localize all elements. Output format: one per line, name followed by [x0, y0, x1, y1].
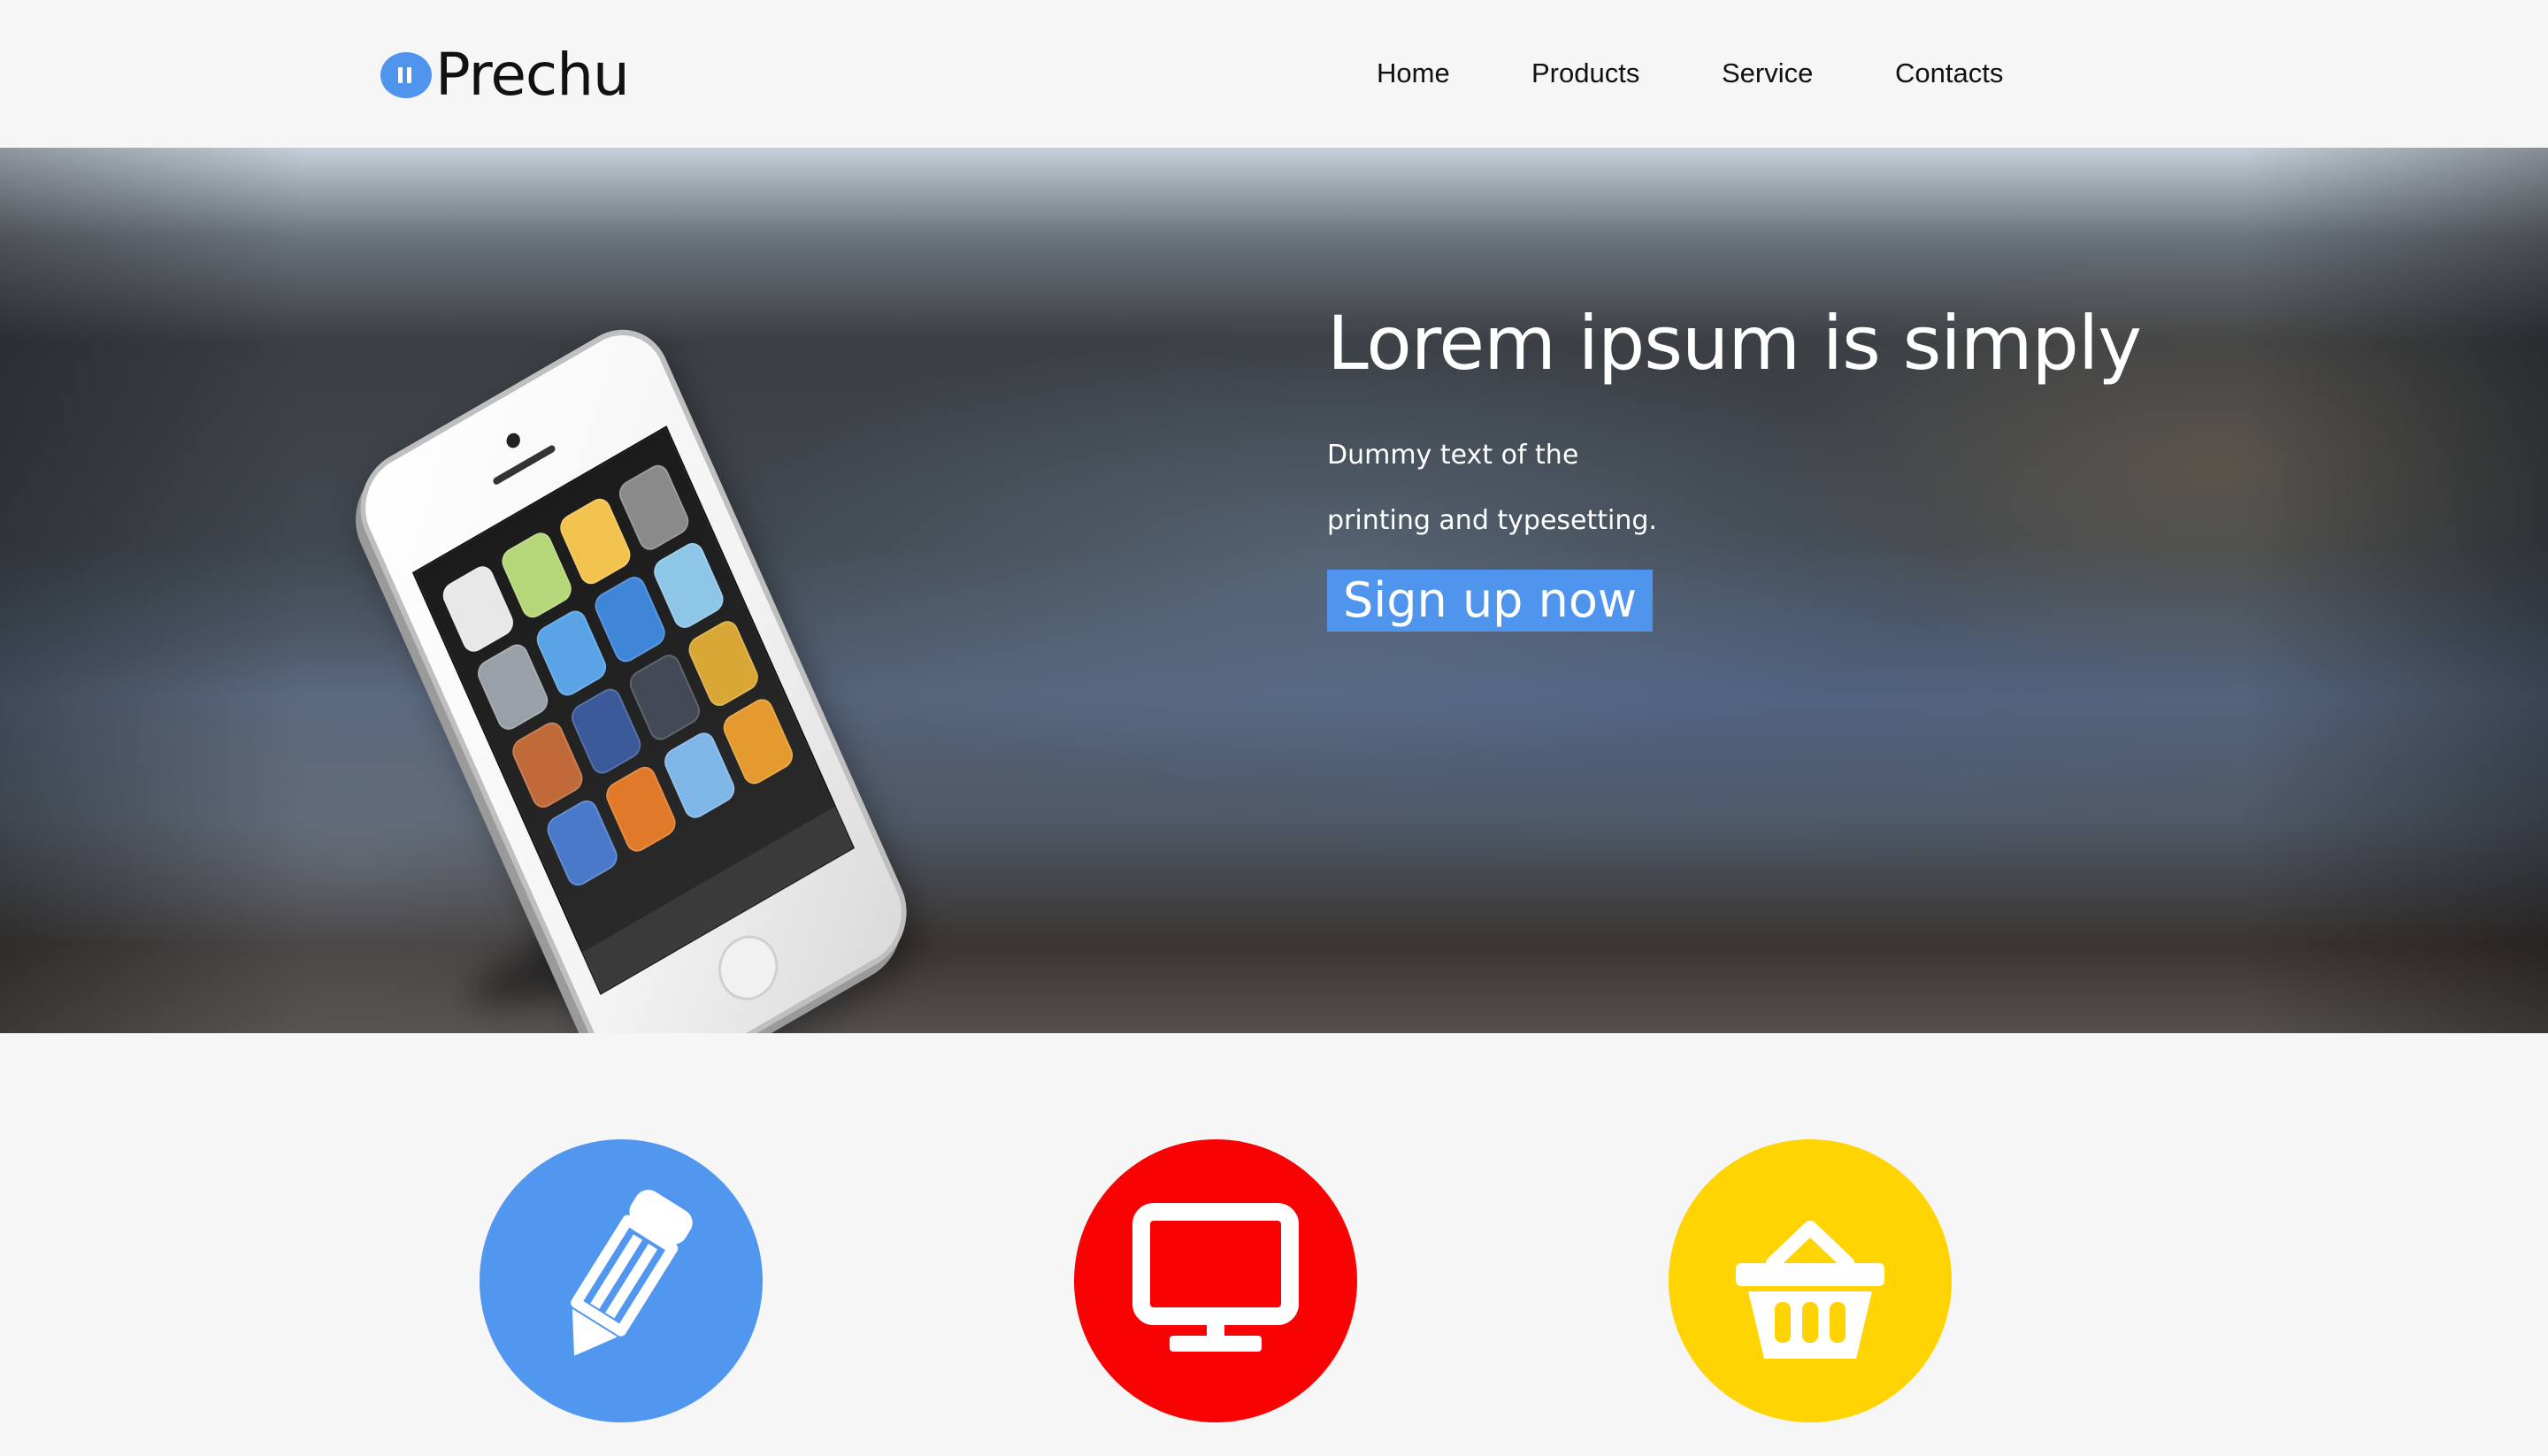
hero-subtitle-line1: Dummy text of the [1327, 440, 1579, 471]
feature-monitor[interactable] [1074, 1139, 1357, 1422]
phone-camera [504, 430, 523, 451]
hero-banner: Lorem ipsum is simply Dummy text of the … [0, 148, 2548, 1033]
hero-subtitle-line2: printing and typesetting. [1327, 505, 1657, 537]
basket-icon [1736, 1221, 1884, 1359]
hero-title: Lorem ipsum is simply [1327, 300, 2142, 387]
iphone-mockup-image [343, 310, 924, 1033]
pencil-icon [571, 1190, 693, 1356]
nav-home[interactable]: Home [1377, 51, 1450, 96]
sign-up-button[interactable]: Sign up now [1327, 570, 1654, 632]
features-section [0, 1033, 2548, 1456]
site-header: Prechu Home Products Service Contacts [0, 0, 2548, 148]
feature-pencil[interactable] [480, 1139, 763, 1422]
feature-basket[interactable] [1669, 1139, 1952, 1422]
phone-screen [411, 425, 856, 995]
nav-contacts[interactable]: Contacts [1895, 51, 2003, 96]
hero-text: Lorem ipsum is simply Dummy text of the … [1327, 303, 2389, 632]
phone-home-button [709, 923, 788, 1012]
nav-products[interactable]: Products [1531, 51, 1639, 96]
hero-subtitle: Dummy text of the printing and typesetti… [1327, 423, 2389, 554]
main-nav: Home Products Service Contacts [0, 51, 2548, 96]
nav-service[interactable]: Service [1722, 51, 1813, 96]
monitor-icon [1132, 1203, 1299, 1352]
phone-speaker [492, 443, 556, 487]
